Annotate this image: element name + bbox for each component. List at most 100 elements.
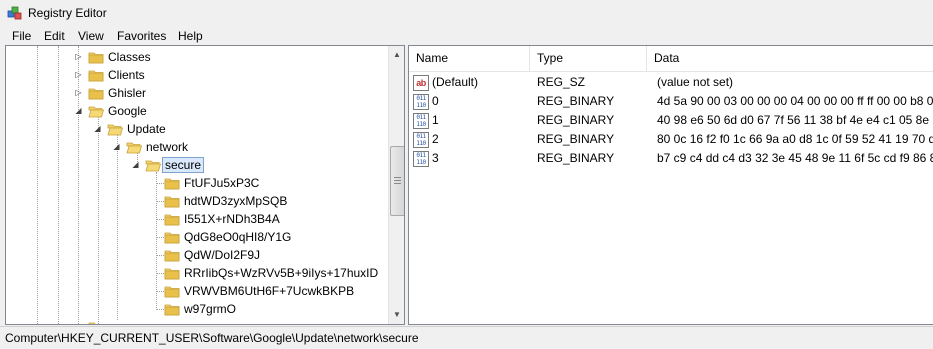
value-name: 2 [432, 132, 439, 146]
value-type: REG_BINARY [537, 94, 615, 108]
value-name: 1 [432, 113, 439, 127]
folder-icon [164, 250, 180, 262]
grip-line [394, 180, 401, 181]
tree-node-label: w97grmO [184, 302, 237, 316]
value-data: b7 c9 c4 dd c4 d3 32 3e 45 48 9e 11 6f 5… [657, 151, 933, 165]
folder-icon [164, 268, 180, 280]
scroll-down-arrow-icon[interactable]: ▼ [393, 310, 401, 319]
scroll-thumb[interactable] [390, 146, 404, 216]
tree-node-leaf[interactable]: w97grmO [6, 300, 386, 318]
menu-edit[interactable]: Edit [44, 29, 65, 43]
folder-open-icon [126, 142, 142, 154]
value-data: 40 98 e6 50 6d d0 67 7f 56 11 38 bf 4e e… [657, 113, 933, 127]
key-tree-pane[interactable]: ▷ Classes ▷ Clients ▷ Ghisler ◢ Google ◢… [5, 45, 405, 325]
binary-value-icon: 011 110 [413, 113, 429, 129]
tree-node-label: network [146, 140, 189, 154]
value-type: REG_BINARY [537, 113, 615, 127]
folder-icon [88, 70, 104, 82]
tree-node-update[interactable]: ◢ Update [6, 120, 386, 138]
header-divider [409, 71, 933, 72]
tree-node-label-selected: secure [162, 157, 205, 173]
tree-node-label: I551X+rNDh3B4A [184, 212, 280, 226]
folder-icon [88, 322, 96, 324]
tree-node-label: RRrIibQs+WzRVv5B+9iIys+17huxID [184, 266, 379, 280]
menu-bar: File Edit View Favorites Help [0, 26, 933, 46]
collapse-arrow-icon[interactable]: ◢ [131, 160, 140, 169]
grip-line [394, 183, 401, 184]
value-row[interactable]: 011 110 2 REG_BINARY 80 0c 16 f2 f0 1c 66… [409, 130, 933, 149]
tree-vertical-scrollbar[interactable]: ▲ ▼ [388, 46, 404, 324]
collapse-arrow-icon[interactable]: ◢ [93, 124, 102, 133]
tree-node-classes[interactable]: ▷ Classes [6, 48, 386, 66]
expand-arrow-icon[interactable]: ▷ [74, 70, 83, 79]
tree-guide-line [156, 291, 164, 292]
tree-guide-line [156, 201, 164, 202]
value-type: REG_BINARY [537, 132, 615, 146]
value-data: (value not set) [657, 75, 734, 89]
tree-guide-line [156, 219, 164, 220]
current-key-path: Computer\HKEY_CURRENT_USER\Software\Goog… [5, 331, 419, 345]
folder-icon [164, 214, 180, 226]
tree-node-label: hdtWD3zyxMpSQB [184, 194, 288, 208]
expand-arrow-icon[interactable]: ▷ [74, 52, 83, 61]
folder-icon [164, 286, 180, 298]
tree-node-label: QdG8eO0qHI8/Y1G [184, 230, 292, 244]
value-data: 80 0c 16 f2 f0 1c 66 9a a0 d8 1c 0f 59 5… [657, 132, 933, 146]
value-name: 3 [432, 151, 439, 165]
expand-arrow-icon[interactable]: ▷ [74, 88, 83, 97]
binary-value-icon: 011 110 [413, 151, 429, 167]
folder-icon [88, 88, 104, 100]
binary-value-icon: 011 110 [413, 94, 429, 110]
tree-node-label: Classes [108, 50, 151, 64]
value-row[interactable]: 011 110 3 REG_BINARY b7 c9 c4 dd c4 d3 32… [409, 149, 933, 168]
tree-node-leaf[interactable]: VRWVBM6UtH6F+7UcwkBKPB [6, 282, 386, 300]
tree-node-leaf[interactable]: hdtWD3zyxMpSQB [6, 192, 386, 210]
tree-guide-line [156, 183, 164, 184]
folder-icon [164, 196, 180, 208]
window-title: Registry Editor [28, 6, 107, 20]
tree-node-partial[interactable] [6, 318, 386, 324]
menu-favorites[interactable]: Favorites [117, 29, 166, 43]
tree-node-leaf[interactable]: QdG8eO0qHI8/Y1G [6, 228, 386, 246]
tree-node-leaf[interactable]: FtUFJu5xP3C [6, 174, 386, 192]
tree-node-secure[interactable]: ◢ secure [6, 156, 386, 174]
tree-node-google[interactable]: ◢ Google [6, 102, 386, 120]
menu-file[interactable]: File [12, 29, 31, 43]
scroll-up-arrow-icon[interactable]: ▲ [393, 50, 401, 59]
tree-node-network[interactable]: ◢ network [6, 138, 386, 156]
menu-help[interactable]: Help [178, 29, 203, 43]
tree-node-leaf[interactable]: I551X+rNDh3B4A [6, 210, 386, 228]
tree-guide-line [156, 255, 164, 256]
values-list-pane[interactable]: Name Type Data ab (Default) REG_SZ (valu… [408, 45, 933, 325]
menu-view[interactable]: View [78, 29, 104, 43]
binary-value-icon: 011 110 [413, 132, 429, 148]
value-data: 4d 5a 90 00 03 00 00 00 04 00 00 00 ff f… [657, 94, 933, 108]
value-name: (Default) [432, 75, 479, 89]
folder-open-icon [145, 160, 161, 172]
collapse-arrow-icon[interactable]: ◢ [74, 106, 83, 115]
tree-node-label: QdW/DoI2F9J [184, 248, 261, 262]
value-row[interactable]: 011 110 1 REG_BINARY 40 98 e6 50 6d d0 67… [409, 111, 933, 130]
tree-node-leaf[interactable]: RRrIibQs+WzRVv5B+9iIys+17huxID [6, 264, 386, 282]
value-name: 0 [432, 94, 439, 108]
value-type: REG_BINARY [537, 151, 615, 165]
tree-node-label: Clients [108, 68, 145, 82]
folder-icon [164, 178, 180, 190]
tree-node-ghisler[interactable]: ▷ Ghisler [6, 84, 386, 102]
grip-line [394, 177, 401, 178]
collapse-arrow-icon[interactable]: ◢ [112, 142, 121, 151]
folder-icon [164, 304, 180, 316]
tree-node-leaf[interactable]: QdW/DoI2F9J [6, 246, 386, 264]
tree-guide-line [156, 237, 164, 238]
tree-node-clients[interactable]: ▷ Clients [6, 66, 386, 84]
tree-node-label: VRWVBM6UtH6F+7UcwkBKPB [184, 284, 355, 298]
tree-node-label: Update [127, 122, 166, 136]
tree-node-label: Ghisler [108, 86, 147, 100]
column-header-data[interactable]: Data [647, 46, 933, 71]
value-row[interactable]: ab (Default) REG_SZ (value not set) [409, 73, 933, 92]
tree-node-label: FtUFJu5xP3C [184, 176, 260, 190]
column-header-type[interactable]: Type [530, 46, 647, 71]
value-row[interactable]: 011 110 0 REG_BINARY 4d 5a 90 00 03 00 00… [409, 92, 933, 111]
column-header-name[interactable]: Name [409, 46, 530, 71]
string-value-icon: ab [413, 75, 429, 91]
